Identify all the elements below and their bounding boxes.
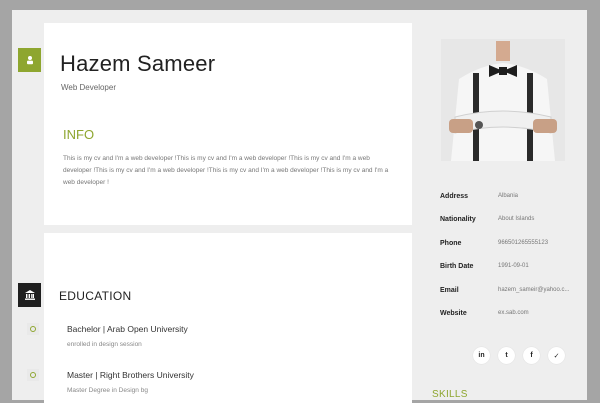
detail-key: Email [440,287,459,294]
detail-key: Birth Date [440,263,474,270]
detail-key: Website [440,310,467,317]
detail-value: 1991-09-01 [498,263,529,269]
detail-key: Phone [440,240,462,247]
user-icon [26,56,33,65]
detail-key: Address [440,193,469,200]
profile-name: Hazem Sameer [60,51,216,76]
profile-photo [441,39,565,161]
info-heading: INFO [63,127,95,142]
detail-row-nationality: Nationality About Islands [440,216,580,230]
linkedin-icon[interactable]: in [473,347,490,364]
detail-value: 966501265555123 [498,240,549,246]
detail-row-address: Address Albania [440,193,580,207]
detail-key: Nationality [440,216,476,223]
education-item-title: Master | Right Brothers University [67,370,194,380]
detail-value[interactable]: hazem_sameir@yahoo.c... [498,287,569,293]
education-heading: EDUCATION [59,289,132,303]
detail-row-phone: Phone 966501265555123 [440,240,580,254]
education-item-desc: enrolled in design session [67,341,142,348]
profile-card: Hazem Sameer Web Developer INFO This is … [44,23,412,225]
tumblr-icon[interactable]: t [498,347,515,364]
detail-value: Albania [498,193,519,199]
education-section-icon[interactable] [18,283,41,307]
facebook-icon[interactable]: f [523,347,540,364]
education-item-marker [27,323,39,335]
detail-value[interactable]: ex.sab.com [498,310,529,316]
circle-marker-icon [30,326,36,332]
bank-icon [24,290,35,300]
detail-row-email: Email hazem_sameir@yahoo.c... [440,287,580,301]
social-links: in t f ✓ [473,347,573,365]
twitter-icon[interactable]: ✓ [548,347,565,364]
detail-value: About Islands [498,216,535,222]
circle-marker-icon [30,372,36,378]
skills-heading: SKILLS [432,389,468,400]
detail-row-birth-date: Birth Date 1991-09-01 [440,263,580,277]
education-item-title: Bachelor | Arab Open University [67,324,188,334]
detail-row-website: Website ex.sab.com [440,310,580,324]
profile-section-icon[interactable] [18,48,41,72]
info-text: This is my cv and I'm a web developer !T… [63,155,389,186]
education-item-desc: Master Degree in Design bg [67,387,148,394]
profile-role: Web Developer [61,83,116,92]
sidebar: Address Albania Nationality About Island… [425,23,580,403]
education-item-marker [27,369,39,381]
